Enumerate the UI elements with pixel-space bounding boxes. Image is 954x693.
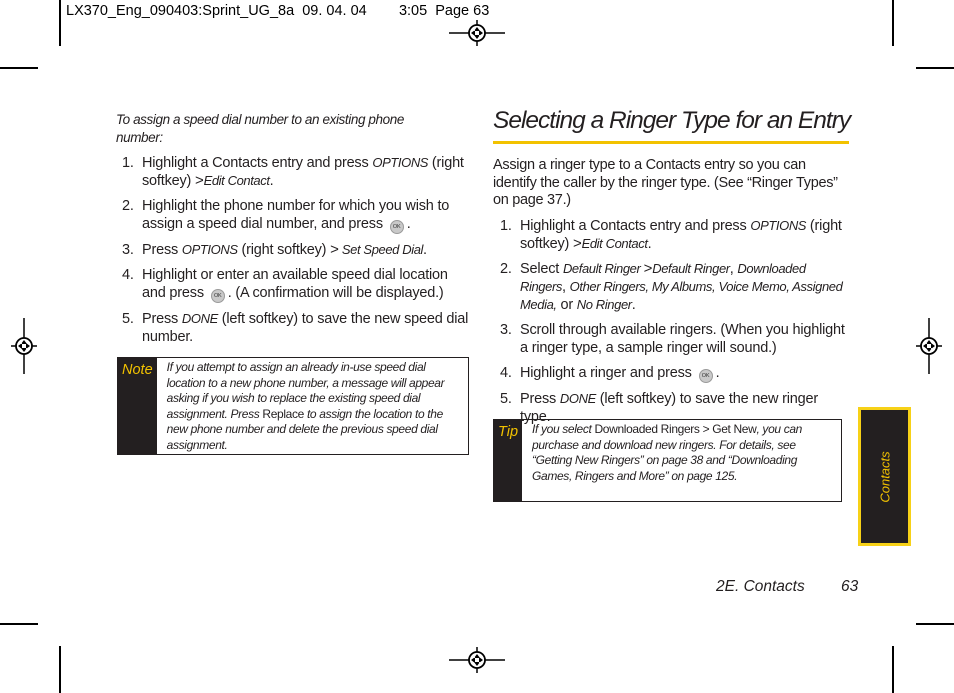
step-item: 1. Highlight a Contacts entry and press …	[494, 217, 850, 253]
registration-mark-icon	[449, 20, 505, 46]
ringer-steps: 1. Highlight a Contacts entry and press …	[494, 217, 850, 433]
step-item: 4. Highlight or enter an available speed…	[116, 266, 472, 303]
step-text: Highlight a Contacts entry and press	[520, 218, 751, 234]
tip-box: Tip If you select Downloaded Ringers > G…	[493, 419, 842, 502]
menu-item-label: No Ringer	[576, 297, 632, 312]
step-text: Scroll through available ringers. (When …	[520, 322, 845, 356]
menu-item-label: Edit Contact	[581, 236, 648, 251]
crop-mark	[892, 0, 894, 46]
step-number: 1.	[122, 155, 134, 171]
title-underline	[493, 141, 849, 144]
softkey-label: DONE	[559, 391, 596, 406]
menu-separator: >	[643, 260, 653, 277]
crop-mark	[916, 67, 954, 69]
registration-mark-icon	[11, 318, 37, 374]
menu-path-label: Downloaded Ringers > Get New	[594, 422, 757, 436]
menu-item-label: Default Ringer	[652, 261, 730, 276]
step-item: 2. Highlight the phone number for which …	[116, 197, 472, 234]
crop-mark	[916, 623, 954, 625]
step-text: .	[406, 216, 411, 232]
step-item: 5. Press DONE (left softkey) to save the…	[116, 310, 472, 346]
section-intro: Assign a ringer type to a Contacts entry…	[493, 157, 838, 208]
slug-filename: LX370_Eng_090403:Sprint_UG_8a	[66, 3, 295, 19]
step-text: Press	[142, 311, 182, 327]
speed-dial-steps: 1. Highlight a Contacts entry and press …	[116, 154, 472, 353]
menu-separator: >	[330, 241, 339, 258]
step-number: 2.	[500, 261, 512, 277]
ok-key-icon: OK	[389, 220, 404, 234]
note-box: Note If you attempt to assign an already…	[117, 357, 469, 455]
step-text: . (A confirmation will be displayed.)	[227, 285, 444, 301]
step-number: 4.	[122, 267, 134, 283]
menu-item-label: Set Speed Dial	[338, 242, 424, 257]
step-number: 3.	[122, 242, 134, 258]
print-slug: LX370_Eng_090403:Sprint_UG_8a 09. 04. 04…	[66, 3, 489, 19]
step-item: 2. Select Default Ringer >Default Ringer…	[494, 260, 850, 314]
step-text: ,	[562, 279, 570, 295]
step-number: 5.	[122, 311, 134, 327]
slug-date: 09. 04. 04	[302, 3, 367, 19]
step-item: 3. Scroll through available ringers. (Wh…	[494, 321, 850, 357]
tip-text: If you select Downloaded Ringers > Get N…	[522, 420, 841, 501]
softkey-label: OPTIONS	[372, 155, 429, 170]
step-text: (right softkey)	[237, 242, 331, 258]
step-number: 1.	[500, 218, 512, 234]
menu-separator: >	[573, 235, 582, 252]
step-text: .	[269, 173, 274, 189]
registration-mark-icon	[916, 318, 942, 374]
softkey-label: DONE	[181, 311, 218, 326]
tip-text-part: If you select	[532, 422, 595, 436]
step-text: .	[647, 236, 652, 252]
menu-separator: >	[195, 172, 204, 189]
step-text: Highlight a Contacts entry and press	[142, 155, 373, 171]
step-item: 3. Press OPTIONS (right softkey) > Set S…	[116, 241, 472, 259]
step-text: or	[556, 297, 577, 313]
section-title: Selecting a Ringer Type for an Entry	[493, 107, 851, 134]
note-label: Note	[118, 358, 157, 454]
step-text: Highlight a ringer and press	[520, 365, 696, 381]
step-text: Press	[520, 391, 560, 407]
step-item: 1. Highlight a Contacts entry and press …	[116, 154, 472, 190]
section-thumb-tab: Contacts	[858, 407, 911, 546]
ok-key-icon: OK	[210, 289, 225, 303]
footer-section-name: 2E. Contacts	[716, 578, 805, 595]
replace-option-label: Replace	[262, 406, 304, 421]
tip-label: Tip	[494, 420, 523, 501]
crop-mark	[0, 67, 38, 69]
ok-key-icon: OK	[698, 369, 713, 383]
step-text: .	[631, 297, 636, 313]
step-item: 4. Highlight a ringer and press OK.	[494, 364, 850, 383]
crop-mark	[59, 646, 61, 693]
softkey-label: OPTIONS	[750, 218, 807, 233]
softkey-label: OPTIONS	[181, 242, 238, 257]
step-text: Press	[142, 242, 182, 258]
crop-mark	[892, 646, 894, 693]
thumb-tab-label: Contacts	[877, 450, 892, 503]
crop-mark	[59, 0, 61, 46]
step-number: 2.	[122, 198, 134, 214]
step-text: Select	[520, 261, 563, 277]
registration-mark-icon	[449, 647, 505, 673]
menu-item-label: Default Ringer	[562, 261, 644, 276]
step-text: .	[423, 242, 427, 258]
slug-time-page: 3:05 Page 63	[398, 3, 490, 19]
menu-item-label: Edit Contact	[203, 173, 270, 188]
footer-page-number: 63	[841, 578, 859, 595]
speed-dial-intro: To assign a speed dial number to an exis…	[116, 112, 404, 145]
step-number: 5.	[500, 391, 512, 407]
note-text: If you attempt to assign an already in-u…	[157, 358, 468, 454]
step-number: 3.	[500, 322, 512, 338]
step-number: 4.	[500, 365, 512, 381]
crop-mark	[0, 623, 38, 625]
step-text: .	[715, 365, 720, 381]
